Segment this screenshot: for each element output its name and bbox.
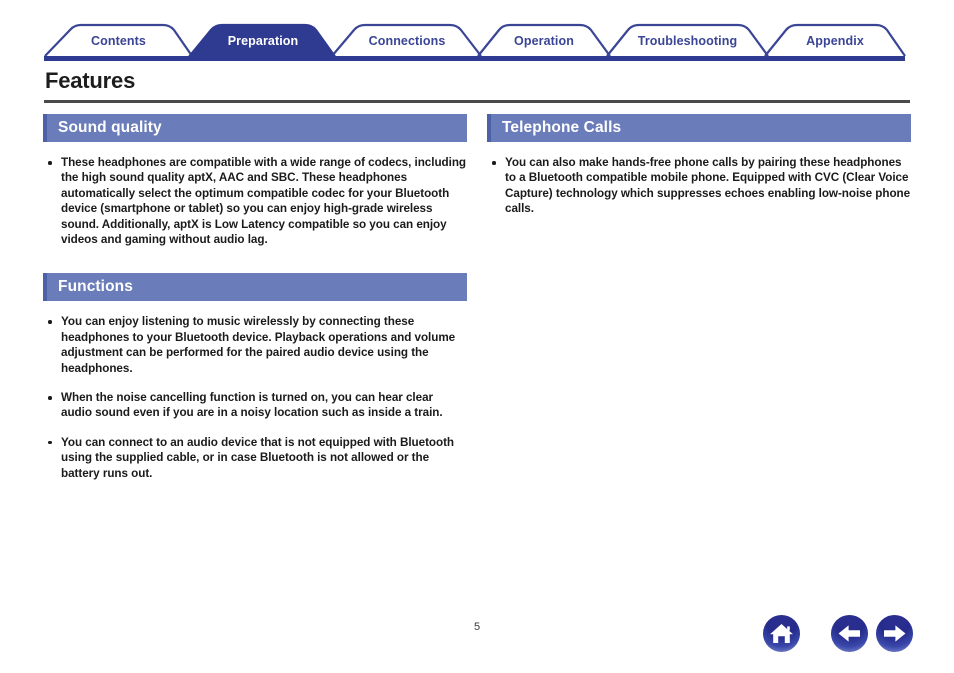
list-item: You can also make hands-free phone calls… bbox=[487, 155, 911, 217]
section-header-telephone-calls: Telephone Calls bbox=[487, 114, 911, 142]
tab-appendix[interactable]: Appendix bbox=[765, 34, 905, 48]
section-title: Sound quality bbox=[58, 119, 162, 136]
arrow-right-icon bbox=[884, 625, 906, 642]
bullet-list-sound-quality: These headphones are compatible with a w… bbox=[43, 142, 467, 247]
tab-troubleshooting[interactable]: Troubleshooting bbox=[607, 34, 768, 48]
back-button[interactable] bbox=[831, 615, 868, 652]
section-telephone-calls: Telephone Calls You can also make hands-… bbox=[487, 114, 911, 217]
tab-bar: Contents Preparation Connections Operati… bbox=[0, 0, 954, 62]
tab-connections[interactable]: Connections bbox=[333, 34, 481, 48]
section-title: Telephone Calls bbox=[502, 119, 622, 136]
list-item: You can connect to an audio device that … bbox=[43, 435, 467, 481]
tab-operation[interactable]: Operation bbox=[478, 34, 610, 48]
bullet-list-telephone-calls: You can also make hands-free phone calls… bbox=[487, 142, 911, 217]
tab-preparation[interactable]: Preparation bbox=[190, 34, 336, 48]
section-header-sound-quality: Sound quality bbox=[43, 114, 467, 142]
tab-contents[interactable]: Contents bbox=[45, 34, 192, 48]
arrow-left-icon bbox=[838, 625, 860, 642]
bullet-list-functions: You can enjoy listening to music wireles… bbox=[43, 301, 467, 481]
forward-button[interactable] bbox=[876, 615, 913, 652]
page-title: Features bbox=[45, 68, 136, 93]
home-icon bbox=[770, 624, 793, 643]
left-column: Sound quality These headphones are compa… bbox=[43, 114, 467, 481]
list-item: When the noise cancelling function is tu… bbox=[43, 390, 467, 421]
section-functions: Functions You can enjoy listening to mus… bbox=[43, 273, 467, 481]
page-number: 5 bbox=[473, 621, 481, 633]
section-sound-quality: Sound quality These headphones are compa… bbox=[43, 114, 467, 247]
home-button[interactable] bbox=[763, 615, 800, 652]
tabbar-baseline bbox=[44, 56, 905, 61]
list-item: These headphones are compatible with a w… bbox=[43, 155, 467, 247]
section-header-functions: Functions bbox=[43, 273, 467, 302]
list-item: You can enjoy listening to music wireles… bbox=[43, 314, 467, 376]
title-divider bbox=[44, 100, 910, 103]
section-title: Functions bbox=[58, 278, 133, 296]
right-column: Telephone Calls You can also make hands-… bbox=[487, 114, 911, 217]
